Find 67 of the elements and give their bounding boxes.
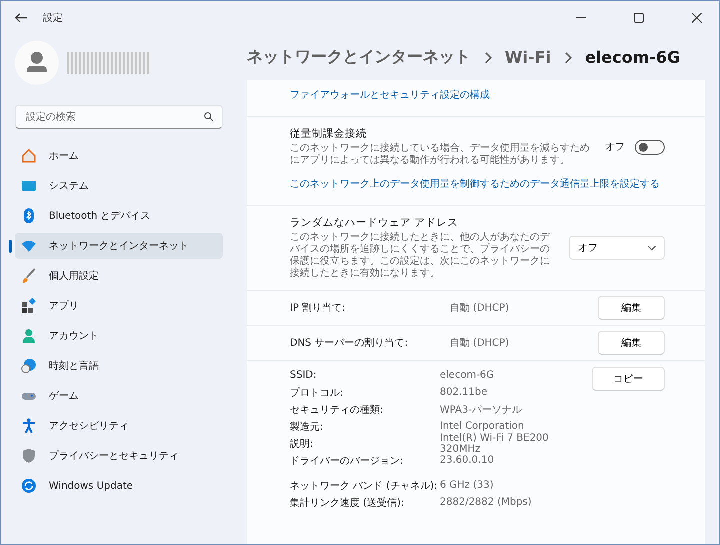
edit-button[interactable]: 編集 bbox=[598, 296, 665, 320]
chevron-icon bbox=[483, 52, 493, 64]
person-icon bbox=[21, 328, 37, 344]
property-value: elecom-6G bbox=[440, 370, 496, 381]
search-field[interactable]: 設定の検索 bbox=[15, 105, 223, 129]
toggle-switch[interactable] bbox=[635, 140, 665, 154]
edit-button[interactable]: 編集 bbox=[598, 331, 665, 355]
monitor-icon bbox=[21, 178, 37, 194]
sidebar-item[interactable]: ホーム bbox=[15, 143, 223, 169]
sidebar-item[interactable]: 個人用設定 bbox=[15, 263, 223, 289]
sync-icon bbox=[21, 478, 37, 494]
house-icon bbox=[21, 148, 37, 164]
sidebar-item[interactable]: アクセシビリティ bbox=[15, 413, 223, 439]
property-label: SSID: bbox=[290, 370, 318, 381]
property-label: 集計リンク速度 (送受信): bbox=[290, 496, 406, 510]
sidebar-item[interactable]: Bluetooth とデバイス bbox=[15, 203, 223, 229]
property-label: 説明: bbox=[290, 438, 314, 450]
chevron-icon bbox=[563, 52, 574, 64]
search-icon bbox=[204, 112, 214, 122]
breadcrumb-item[interactable]: ネットワークとインターネット bbox=[247, 47, 471, 68]
globe-clock-icon bbox=[21, 358, 37, 374]
data-limit-link[interactable]: このネットワーク上のデータ使用量を制御するためのデータ通信量上限を設定する bbox=[290, 177, 665, 191]
property-label: DNS サーバーの割り当て: bbox=[290, 336, 410, 350]
property-label: IP 割り当て: bbox=[290, 302, 347, 315]
property-label: 製造元: bbox=[290, 420, 324, 434]
avatar-icon bbox=[15, 41, 59, 85]
property-value: Intel Corporation bbox=[440, 421, 526, 432]
setting-description: このネットワークに接続したときに、他の人があなたのデバイスの場所を追跡しにくくすることで、プライバシーの保護に役立ちます。この設定は、次にこのネットワークに接続したときに有効になります。 bbox=[290, 232, 552, 280]
sidebar-item[interactable]: プライバシーとセキュリティ bbox=[15, 443, 223, 469]
selection-indicator bbox=[9, 240, 12, 253]
breadcrumb-item: elecom-6G bbox=[585, 48, 680, 67]
setting-title: 従量制課金接続 bbox=[290, 127, 368, 141]
sidebar-item[interactable]: Windows Update bbox=[15, 473, 223, 499]
apps-icon bbox=[21, 298, 37, 314]
close-icon bbox=[692, 13, 702, 23]
property-label: セキュリティの種類: bbox=[290, 404, 384, 416]
sidebar-item[interactable]: システム bbox=[15, 173, 223, 199]
setting-description: このネットワークに接続している場合、データ使用量を減らすためにアプリによっては異なる動作が行われる可能性があります。 bbox=[290, 143, 591, 167]
maximize-icon bbox=[634, 13, 644, 23]
property-value: 23.60.0.10 bbox=[440, 455, 496, 466]
window-title: 設定 bbox=[43, 12, 64, 25]
chevron-down-icon bbox=[648, 246, 656, 250]
property-label: ドライバーのバージョン: bbox=[290, 454, 404, 468]
property-value: 自動 (DHCP) bbox=[450, 337, 510, 350]
paintbrush-icon bbox=[21, 268, 37, 284]
property-label: プロトコル: bbox=[290, 386, 344, 400]
shield-icon bbox=[21, 448, 37, 464]
toggle-state-label: オフ bbox=[605, 141, 625, 154]
sidebar-item[interactable]: 時刻と言語 bbox=[15, 353, 223, 379]
search-input[interactable]: 設定の検索 bbox=[24, 110, 204, 124]
dropdown[interactable]: オフ bbox=[569, 236, 665, 260]
property-value: 6 GHz (33) bbox=[440, 480, 495, 491]
bluetooth-icon bbox=[21, 208, 37, 224]
breadcrumb-item[interactable]: Wi-Fi bbox=[505, 48, 552, 67]
sidebar-item[interactable]: アプリ bbox=[15, 293, 223, 319]
property-value: Intel(R) Wi-Fi 7 BE200 320MHz bbox=[440, 432, 550, 454]
property-value: 802.11be bbox=[440, 387, 488, 398]
sidebar-item[interactable]: アカウント bbox=[15, 323, 223, 349]
property-value: 自動 (DHCP) bbox=[450, 302, 510, 315]
setting-title: ランダムなハードウェア アドレス bbox=[290, 216, 460, 230]
wifi-icon bbox=[21, 238, 37, 254]
sidebar-item[interactable]: ゲーム bbox=[15, 383, 223, 409]
copy-button[interactable]: コピー bbox=[592, 367, 665, 391]
accessibility-icon bbox=[21, 418, 37, 434]
property-label: ネットワーク バンド (チャネル): bbox=[290, 480, 439, 492]
property-value: WPA3-パーソナル bbox=[440, 404, 524, 416]
property-value: 2882/2882 (Mbps) bbox=[440, 497, 533, 508]
